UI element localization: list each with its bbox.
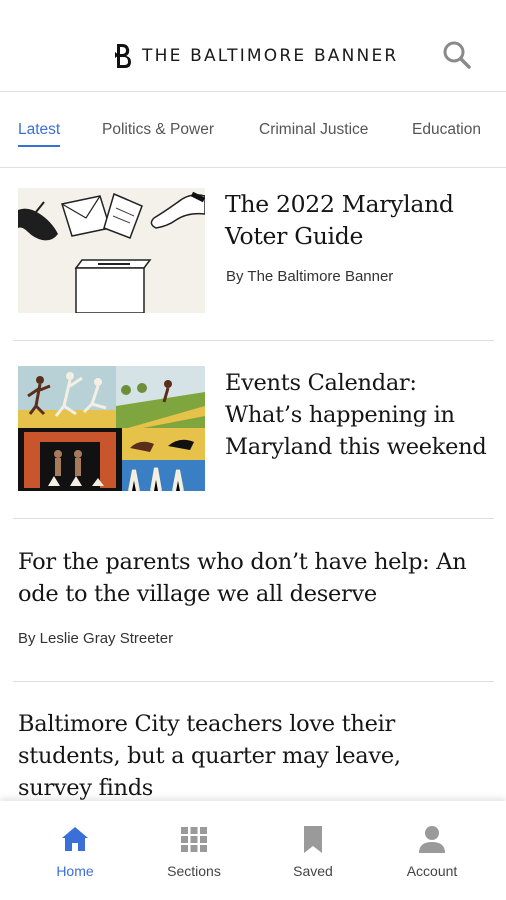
- headline-line: Events Calendar:: [225, 370, 417, 396]
- headline-line: The 2022 Maryland: [225, 190, 454, 218]
- headline-line: Voter Guide: [225, 222, 364, 250]
- article-byline: By Leslie Gray Streeter: [18, 630, 174, 647]
- nav-sections[interactable]: Sections: [134, 801, 254, 900]
- bottom-navigation: Home Sections Saved Account: [0, 801, 506, 900]
- nav-saved[interactable]: Saved: [253, 801, 373, 900]
- events-calendar-image[interactable]: [18, 366, 205, 491]
- article-feed[interactable]: The 2022 Maryland Voter Guide By The Bal…: [0, 168, 506, 801]
- search-icon[interactable]: [440, 38, 474, 72]
- headline-line: For the parents who don’t have help: An: [18, 549, 467, 575]
- tab-latest[interactable]: Latest: [18, 121, 61, 147]
- brand[interactable]: THE BALTIMORE BANNER: [112, 38, 398, 74]
- article-headline[interactable]: Events Calendar: What’s happening in Mar…: [225, 367, 500, 463]
- headline-line: students, but a quarter may leave,: [18, 743, 401, 769]
- tab-criminal-justice[interactable]: Criminal Justice: [259, 121, 368, 139]
- section-tabs: Latest Politics & Power Criminal Justice…: [0, 93, 506, 168]
- divider: [13, 340, 494, 341]
- headline-line: Baltimore City teachers love their: [18, 711, 395, 737]
- nav-label: Sections: [167, 863, 221, 879]
- voter-guide-image[interactable]: [18, 188, 205, 313]
- grid-icon: [181, 827, 207, 852]
- divider: [13, 518, 494, 519]
- app-header: THE BALTIMORE BANNER: [0, 0, 506, 92]
- tab-politics-power[interactable]: Politics & Power: [102, 121, 214, 139]
- divider: [13, 681, 494, 682]
- tab-education[interactable]: Education: [412, 121, 481, 139]
- nav-account[interactable]: Account: [372, 801, 492, 900]
- home-icon: [62, 827, 88, 851]
- headline-line: survey finds: [18, 775, 154, 801]
- article-headline[interactable]: For the parents who don’t have help: An …: [18, 546, 498, 610]
- article-headline[interactable]: The 2022 Maryland Voter Guide: [225, 188, 495, 252]
- nav-home[interactable]: Home: [15, 801, 135, 900]
- nav-label: Saved: [293, 863, 333, 879]
- article-byline: By The Baltimore Banner: [226, 268, 394, 285]
- bookmark-icon: [304, 826, 322, 853]
- nav-label: Account: [406, 863, 458, 879]
- headline-line: What’s happening in: [225, 402, 455, 428]
- nav-label: Home: [56, 863, 94, 879]
- article-headline[interactable]: Baltimore City teachers love their stude…: [18, 708, 498, 801]
- banner-logo-icon: [115, 44, 131, 68]
- headline-line: Maryland this weekend: [225, 434, 487, 460]
- person-icon: [419, 826, 445, 853]
- brand-name: THE BALTIMORE BANNER: [142, 46, 399, 66]
- headline-line: ode to the village we all deserve: [18, 581, 377, 607]
